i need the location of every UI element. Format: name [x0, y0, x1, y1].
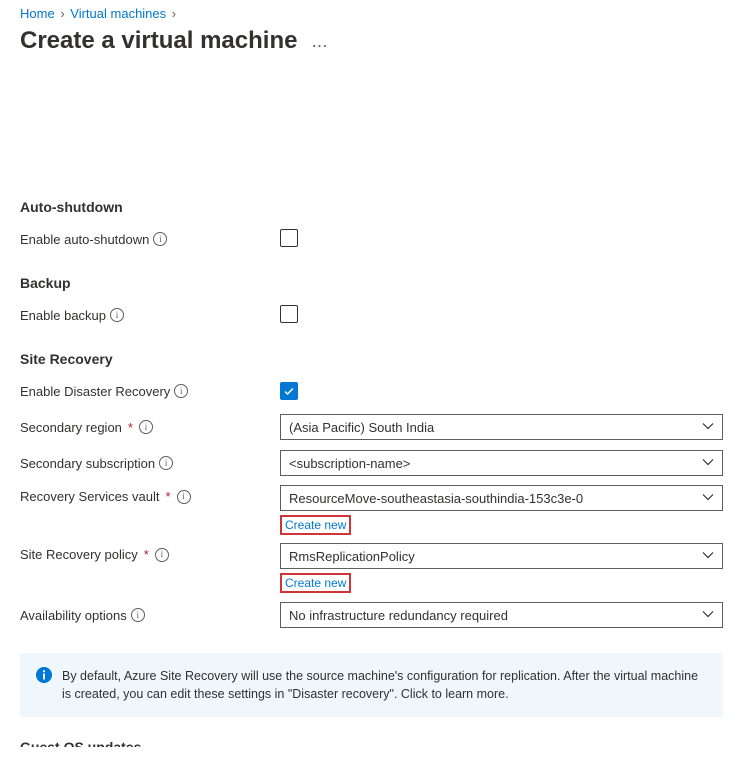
breadcrumb-virtual-machines[interactable]: Virtual machines: [70, 6, 166, 21]
secondary-subscription-value: <subscription-name>: [289, 456, 410, 471]
availability-options-label: Availability options: [20, 608, 127, 623]
info-icon[interactable]: i: [110, 308, 124, 322]
chevron-down-icon: [702, 420, 714, 435]
info-filled-icon: [36, 667, 52, 703]
page-title: Create a virtual machine: [20, 27, 297, 55]
required-indicator: *: [163, 489, 172, 504]
availability-options-select[interactable]: No infrastructure redundancy required: [280, 602, 723, 628]
recovery-services-vault-value: ResourceMove-southeastasia-southindia-15…: [289, 491, 583, 506]
enable-disaster-recovery-label: Enable Disaster Recovery: [20, 384, 170, 399]
secondary-region-select[interactable]: (Asia Pacific) South India: [280, 414, 723, 440]
secondary-subscription-select[interactable]: <subscription-name>: [280, 450, 723, 476]
chevron-right-icon: ›: [58, 6, 66, 21]
chevron-down-icon: [702, 608, 714, 623]
secondary-region-value: (Asia Pacific) South India: [289, 420, 434, 435]
required-indicator: *: [126, 420, 135, 435]
site-recovery-policy-label: Site Recovery policy: [20, 547, 138, 562]
section-site-recovery: Site Recovery: [20, 351, 723, 367]
more-actions-icon[interactable]: ⋯: [311, 36, 329, 56]
info-icon[interactable]: i: [159, 456, 173, 470]
info-banner-text: By default, Azure Site Recovery will use…: [62, 667, 707, 703]
chevron-down-icon: [702, 456, 714, 471]
info-icon[interactable]: i: [174, 384, 188, 398]
enable-disaster-recovery-checkbox[interactable]: [280, 382, 298, 400]
chevron-down-icon: [702, 549, 714, 564]
section-auto-shutdown: Auto-shutdown: [20, 199, 723, 215]
enable-auto-shutdown-label: Enable auto-shutdown: [20, 232, 149, 247]
secondary-subscription-label: Secondary subscription: [20, 456, 155, 471]
info-icon[interactable]: i: [155, 548, 169, 562]
site-recovery-policy-value: RmsReplicationPolicy: [289, 549, 415, 564]
recovery-services-vault-select[interactable]: ResourceMove-southeastasia-southindia-15…: [280, 485, 723, 511]
create-new-vault-link[interactable]: Create new: [280, 515, 351, 535]
breadcrumb-home[interactable]: Home: [20, 6, 55, 21]
chevron-down-icon: [702, 491, 714, 506]
info-icon[interactable]: i: [139, 420, 153, 434]
enable-auto-shutdown-checkbox[interactable]: [280, 229, 298, 247]
section-guest-os-updates: Guest OS updates: [20, 739, 723, 747]
site-recovery-policy-select[interactable]: RmsReplicationPolicy: [280, 543, 723, 569]
enable-backup-checkbox[interactable]: [280, 305, 298, 323]
chevron-right-icon: ›: [170, 6, 178, 21]
create-new-policy-link[interactable]: Create new: [280, 573, 351, 593]
section-backup: Backup: [20, 275, 723, 291]
info-icon[interactable]: i: [153, 232, 167, 246]
site-recovery-info-banner[interactable]: By default, Azure Site Recovery will use…: [20, 653, 723, 717]
availability-options-value: No infrastructure redundancy required: [289, 608, 508, 623]
enable-backup-label: Enable backup: [20, 308, 106, 323]
recovery-services-vault-label: Recovery Services vault: [20, 489, 159, 504]
info-icon[interactable]: i: [131, 608, 145, 622]
info-icon[interactable]: i: [177, 490, 191, 504]
secondary-region-label: Secondary region: [20, 420, 122, 435]
required-indicator: *: [142, 547, 151, 562]
breadcrumb: Home › Virtual machines ›: [20, 0, 723, 25]
